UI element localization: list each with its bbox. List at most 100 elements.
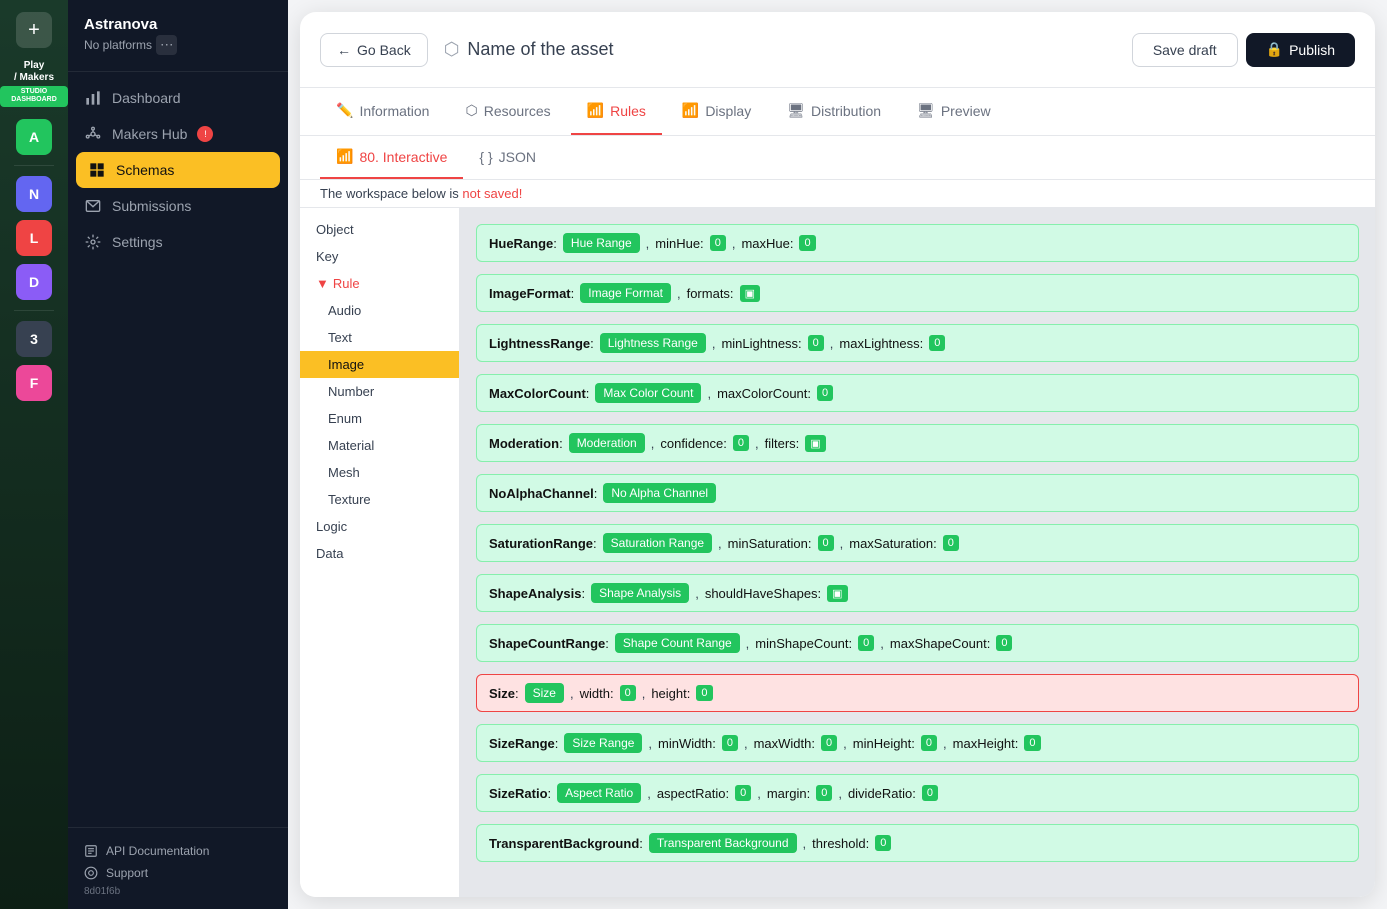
rule-block-lightnessrange[interactable]: LightnessRange:Lightness Range,minLightn… [476, 324, 1359, 362]
tree-material[interactable]: Material [300, 432, 459, 459]
nav-badge: ! [197, 126, 213, 142]
rule-value[interactable]: 0 [696, 685, 712, 701]
rule-block-moderation[interactable]: Moderation:Moderation,confidence:0,filte… [476, 424, 1359, 462]
rule-value[interactable]: 0 [710, 235, 726, 251]
header-actions: Save draft 🔒 Publish [1132, 33, 1355, 67]
rule-block-shapecountrange[interactable]: ShapeCountRange:Shape Count Range,minSha… [476, 624, 1359, 662]
rule-value[interactable]: 0 [722, 735, 738, 751]
back-arrow-icon: ← [337, 42, 351, 58]
avatar-f[interactable]: F [16, 365, 52, 401]
avatar-l[interactable]: L [16, 220, 52, 256]
logo-badge: STUDIO DASHBOARD [0, 86, 68, 107]
avatar-d[interactable]: D [16, 264, 52, 300]
avatar-3[interactable]: 3 [16, 321, 52, 357]
rule-block-sizeratio[interactable]: SizeRatio:Aspect Ratio,aspectRatio:0,mar… [476, 774, 1359, 812]
api-doc-link[interactable]: API Documentation [84, 840, 272, 862]
content-area: ← Go Back ⬡ Name of the asset Save draft… [288, 0, 1387, 909]
rule-block-imageformat[interactable]: ImageFormat:Image Format,formats:▣ [476, 274, 1359, 312]
rule-block-sizerange[interactable]: SizeRange:Size Range,minWidth:0,maxWidth… [476, 724, 1359, 762]
tree-texture[interactable]: Texture [300, 486, 459, 513]
chart-icon [84, 89, 102, 107]
rule-value[interactable]: 0 [921, 735, 937, 751]
tab-distribution[interactable]: 🖥 Distribution [771, 88, 897, 135]
tree-enum[interactable]: Enum [300, 405, 459, 432]
avatar-a[interactable]: A [16, 119, 52, 155]
tree-object[interactable]: Object [300, 216, 459, 243]
rule-block-size[interactable]: Size:Size,width:0,height:0 [476, 674, 1359, 712]
tab-rules[interactable]: 📶 Rules [571, 88, 662, 135]
rule-block-shapeanalysis[interactable]: ShapeAnalysis:Shape Analysis,shouldHaveS… [476, 574, 1359, 612]
rule-block-huerange[interactable]: HueRange:Hue Range,minHue:0,maxHue:0 [476, 224, 1359, 262]
tree-text[interactable]: Text [300, 324, 459, 351]
back-button[interactable]: ← Go Back [320, 33, 428, 67]
tree-key[interactable]: Key [300, 243, 459, 270]
rule-value[interactable]: 0 [735, 785, 751, 801]
rule-tag: Shape Analysis [591, 583, 689, 603]
tree-logic[interactable]: Logic [300, 513, 459, 540]
tab-display[interactable]: 📶 Display [666, 88, 767, 135]
rule-block-maxcolorcount[interactable]: MaxColorCount:Max Color Count,maxColorCo… [476, 374, 1359, 412]
tab-resources[interactable]: ⬡ Resources [449, 88, 566, 135]
tree-number[interactable]: Number [300, 378, 459, 405]
nav-item-makers-hub[interactable]: Makers Hub ! [68, 116, 288, 152]
rule-block-saturationrange[interactable]: SaturationRange:Saturation Range,minSatu… [476, 524, 1359, 562]
preview-icon: 🖥 [917, 102, 935, 119]
rule-value[interactable]: 0 [858, 635, 874, 651]
rule-value[interactable]: 0 [1024, 735, 1040, 751]
not-saved-text: not saved! [462, 186, 522, 201]
nav-item-submissions[interactable]: Submissions [68, 188, 288, 224]
rule-value[interactable]: 0 [943, 535, 959, 551]
card-header: ← Go Back ⬡ Name of the asset Save draft… [300, 12, 1375, 88]
rule-value[interactable]: 0 [818, 535, 834, 551]
rule-value[interactable]: 0 [808, 335, 824, 351]
rule-value[interactable]: ▣ [827, 585, 847, 602]
tree-data[interactable]: Data [300, 540, 459, 567]
rule-value[interactable]: 0 [799, 235, 815, 251]
support-link[interactable]: Support [84, 862, 272, 884]
subtab-interactive[interactable]: 📶 80. Interactive [320, 136, 463, 179]
rule-block-transparentbackground[interactable]: TransparentBackground:Transparent Backgr… [476, 824, 1359, 862]
lock-icon: 🔒 [1266, 41, 1283, 58]
display-icon: 📶 [682, 102, 699, 119]
nav-item-schemas[interactable]: Schemas [76, 152, 280, 188]
rule-value[interactable]: ▣ [805, 435, 825, 452]
tab-preview[interactable]: 🖥 Preview [901, 88, 1007, 135]
tree-image[interactable]: Image [300, 351, 459, 378]
rule-tag: Size Range [564, 733, 642, 753]
rule-value[interactable]: 0 [996, 635, 1012, 651]
rule-tag: Transparent Background [649, 833, 797, 853]
rule-value[interactable]: 0 [821, 735, 837, 751]
save-draft-button[interactable]: Save draft [1132, 33, 1238, 67]
rule-tag: Max Color Count [595, 383, 701, 403]
tree-rule[interactable]: ▼ Rule [300, 270, 459, 297]
rule-tag: Hue Range [563, 233, 640, 253]
rule-value[interactable]: 0 [929, 335, 945, 351]
tree-mesh[interactable]: Mesh [300, 459, 459, 486]
avatar-n[interactable]: N [16, 176, 52, 212]
rule-value[interactable]: 0 [620, 685, 636, 701]
tree-audio[interactable]: Audio [300, 297, 459, 324]
rule-value[interactable]: 0 [875, 835, 891, 851]
subtab-json[interactable]: { } JSON [463, 137, 552, 179]
add-button[interactable]: + [16, 12, 52, 48]
rule-value[interactable]: 0 [816, 785, 832, 801]
divider [14, 165, 54, 166]
rule-value[interactable]: 0 [922, 785, 938, 801]
divider-2 [14, 310, 54, 311]
nav-item-settings[interactable]: Settings [68, 224, 288, 260]
asset-icon: ⬡ [444, 39, 460, 60]
nav-dots-button[interactable]: ⋯ [156, 35, 177, 55]
rule-tag: Moderation [569, 433, 645, 453]
publish-button[interactable]: 🔒 Publish [1246, 33, 1355, 67]
nav-items: Dashboard Makers Hub ! Schemas Submissio… [68, 72, 288, 827]
rule-value[interactable]: 0 [733, 435, 749, 451]
rule-value[interactable]: 0 [817, 385, 833, 401]
rule-block-noalphachannel[interactable]: NoAlphaChannel:No Alpha Channel [476, 474, 1359, 512]
rule-tag: Shape Count Range [615, 633, 740, 653]
info-icon: ✏️ [336, 102, 353, 119]
main-card: ← Go Back ⬡ Name of the asset Save draft… [300, 12, 1375, 897]
distribution-icon: 🖥 [787, 102, 805, 119]
nav-item-dashboard[interactable]: Dashboard [68, 80, 288, 116]
tab-information[interactable]: ✏️ Information [320, 88, 445, 135]
rule-value[interactable]: ▣ [740, 285, 760, 302]
